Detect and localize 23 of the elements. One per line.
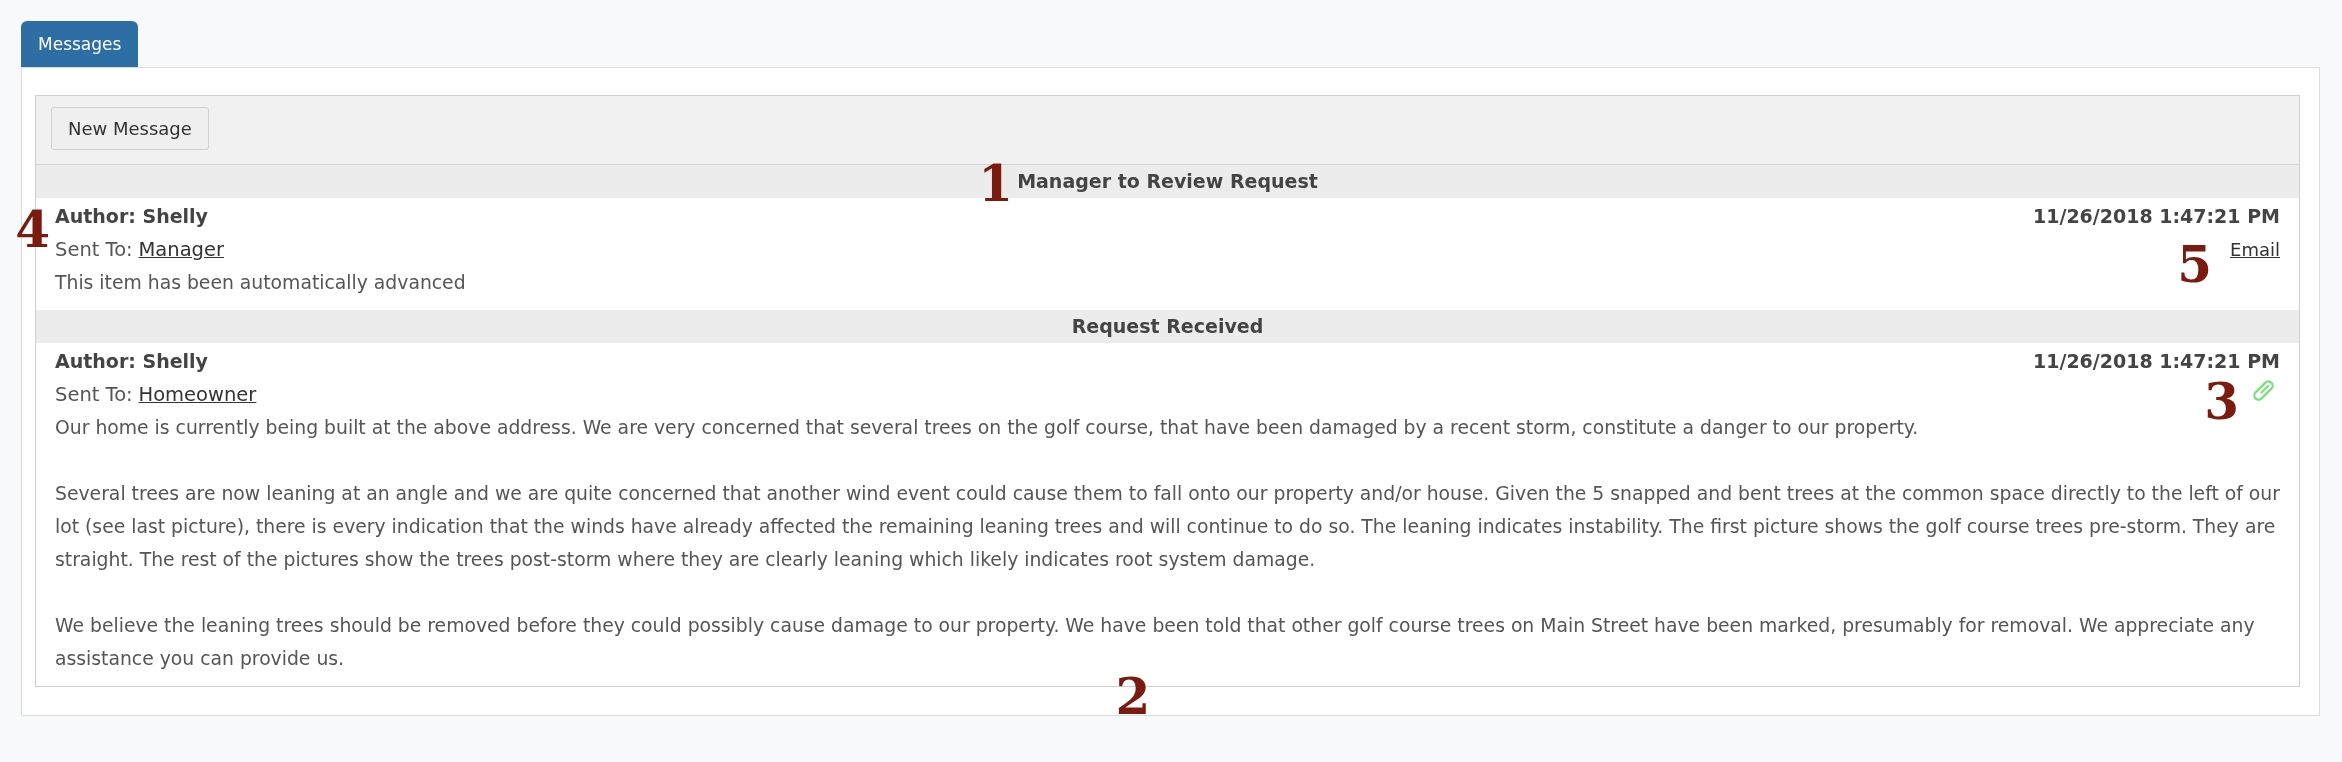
- callout-number: 2: [1115, 677, 1151, 717]
- message-title: Request Received: [1071, 314, 1264, 339]
- callout-number: 4: [15, 210, 50, 250]
- sent-to-label: Sent To:: [55, 238, 133, 261]
- callout-number: 1: [978, 164, 1014, 204]
- timestamp: 11/26/2018 1:47:21 PM: [2033, 205, 2280, 227]
- email-link[interactable]: Email: [2230, 233, 2280, 266]
- message-text: We believe the leaning trees should be removed before they could possibly cause damage to our property. We have been told that other golf course trees on Main Street have been marked, presumably for removal. We appreciate any assistance you can provide us.: [55, 614, 2256, 671]
- author-label: Author: Shelly: [55, 349, 208, 374]
- callout-number: 5: [2177, 245, 2213, 285]
- message-title: Manager to Review Request: [1017, 169, 1318, 194]
- message-text: Our home is currently being built at the above address. We are very concerned that several trees on the golf course, that have been damaged by a recent storm, constitute a danger to our property.: [55, 416, 1919, 440]
- tab[interactable]: Messages: [21, 21, 139, 67]
- timestamp: 11/26/2018 1:47:21 PM: [2033, 350, 2280, 372]
- recipient-link[interactable]: Homeowner: [138, 383, 257, 406]
- callout-number: 3: [2204, 382, 2239, 422]
- sent-to-label: Sent To:: [55, 383, 133, 406]
- author-label: Author: Shelly: [55, 204, 208, 229]
- message-text: This item has been automatically advanced: [55, 271, 466, 295]
- message-text: Several trees are now leaning at an angle and we are quite concerned that another wind event could cause them to fall onto our property and/or house. Given the 5 snapped and bent trees at the common space directly to the left of our lot (see last picture), there is every indication that the winds have already affected the remaining leaning trees and will continue to do so. The leaning indicates instability. The first picture shows the golf course trees pre-storm. They are straight. The rest of the pictures show the trees post-storm where they are clearly leaning which likely indicates root system damage.: [55, 482, 2280, 572]
- recipient-link[interactable]: Manager: [138, 238, 224, 261]
- paperclip-icon[interactable]: [2251, 378, 2276, 403]
- new-message-button[interactable]: New Message: [51, 107, 209, 150]
